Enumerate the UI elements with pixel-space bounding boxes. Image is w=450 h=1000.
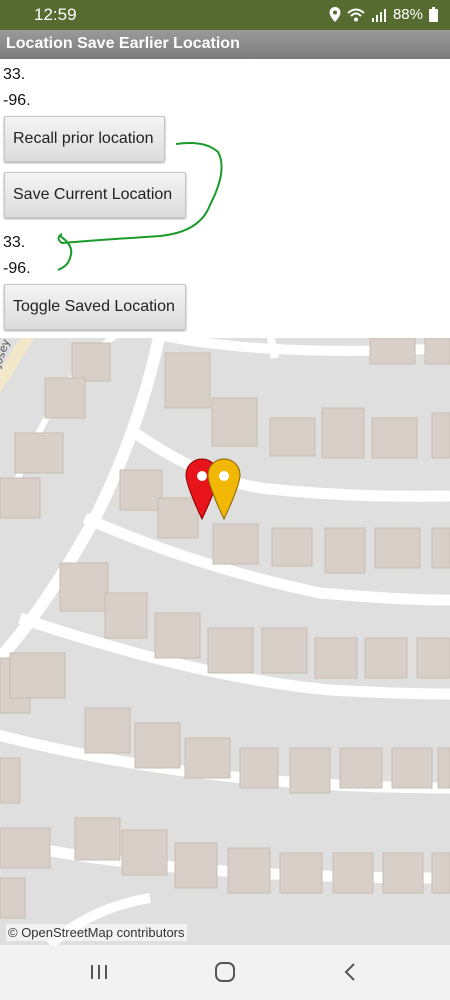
current-location-marker[interactable] — [207, 458, 241, 520]
map-attribution: © OpenStreetMap contributors — [6, 924, 187, 941]
battery-icon — [429, 7, 438, 22]
location-icon — [329, 7, 341, 22]
map-view[interactable]: Josey © OpenStreetMap contributors — [0, 338, 450, 945]
map-canvas[interactable]: Josey — [0, 338, 450, 945]
current-latitude: 33. — [3, 66, 26, 83]
recall-prior-location-button[interactable]: Recall prior location — [4, 116, 165, 162]
system-nav-bar — [0, 945, 450, 1000]
app-title-bar: Location Save Earlier Location — [0, 30, 450, 59]
home-icon[interactable] — [210, 959, 240, 985]
save-current-location-button[interactable]: Save Current Location — [4, 172, 186, 218]
saved-longitude: -96. — [3, 260, 31, 277]
app-title: Location Save Earlier Location — [6, 35, 240, 52]
status-icons: 88% — [329, 6, 438, 23]
status-time: 12:59 — [34, 5, 77, 24]
saved-latitude: 33. — [3, 234, 26, 251]
back-icon[interactable] — [336, 959, 366, 985]
signal-icon — [371, 8, 386, 22]
wifi-icon — [347, 8, 365, 21]
status-bar: 12:59 88% — [0, 0, 450, 30]
toggle-saved-location-button[interactable]: Toggle Saved Location — [4, 284, 186, 330]
current-longitude: -96. — [3, 92, 31, 109]
recent-apps-icon[interactable] — [84, 959, 114, 985]
battery-percent: 88% — [392, 6, 423, 23]
